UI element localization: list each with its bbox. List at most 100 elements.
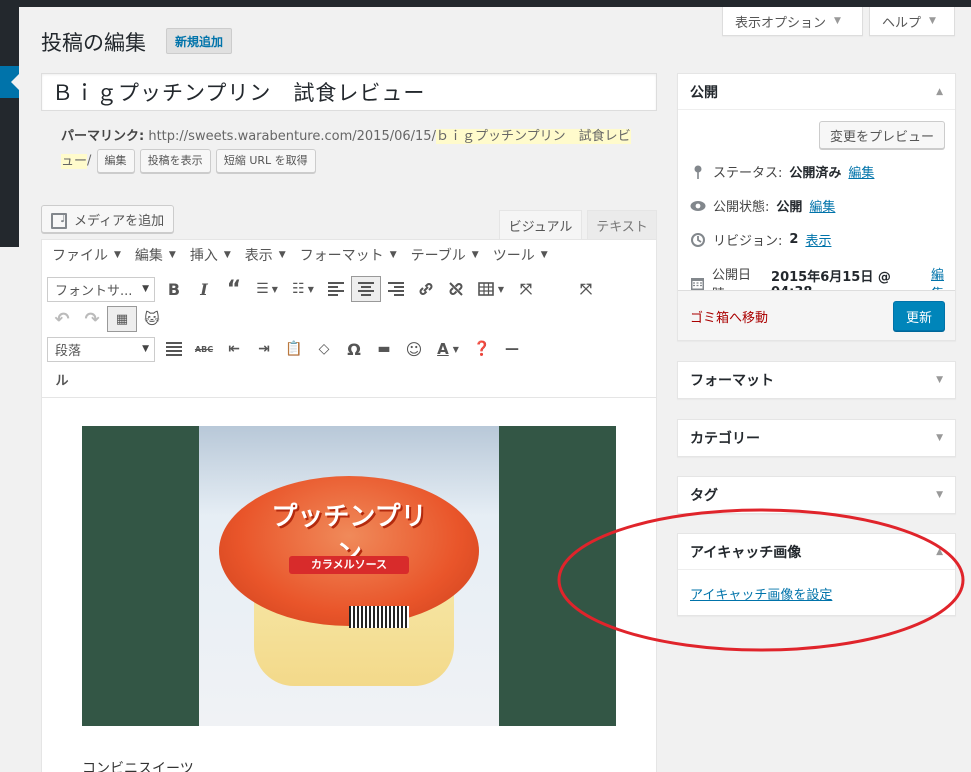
- blockquote-button[interactable]: “: [219, 276, 249, 302]
- publish-box-header[interactable]: 公開 ▲: [678, 74, 955, 110]
- revisions-view-link[interactable]: 表示: [805, 230, 831, 249]
- outdent-button[interactable]: ⇤: [219, 336, 249, 362]
- emoji-button[interactable]: ☺: [399, 336, 429, 362]
- post-title-input[interactable]: Ｂｉｇプッチンプリン 試食レビュー: [41, 73, 657, 111]
- text-color-button[interactable]: A ▼: [429, 336, 467, 362]
- block-format-select[interactable]: 段落 ▼: [47, 336, 155, 362]
- bullet-list-button[interactable]: ☰ ▼: [249, 276, 285, 302]
- unlink-button[interactable]: [441, 276, 471, 302]
- featured-image-box-header[interactable]: アイキャッチ画像 ▲: [678, 534, 955, 570]
- justify-icon: [166, 342, 182, 356]
- menu-tools[interactable]: ツール ▼: [493, 245, 548, 265]
- hr-icon: —: [505, 341, 519, 357]
- page-title: 投稿の編集: [41, 31, 146, 55]
- visibility-edit-link[interactable]: 編集: [809, 196, 835, 215]
- strikethrough-button[interactable]: ABC: [189, 336, 219, 362]
- expand-down-icon[interactable]: ▼: [936, 433, 943, 443]
- bold-button[interactable]: B: [159, 276, 189, 302]
- editor-menubar: ファイル ▼ 編集 ▼ 挿入 ▼ 表示 ▼ フォーマット ▼ テーブル ▼ ツール ▼: [42, 240, 656, 270]
- format-box-title: フォーマット: [690, 373, 774, 389]
- menu-view[interactable]: 表示 ▼: [245, 245, 286, 265]
- add-new-button[interactable]: 新規追加: [166, 28, 233, 54]
- align-right-button[interactable]: [381, 276, 411, 302]
- menu-view-label: 表示: [244, 248, 273, 264]
- help-shortcuts-button[interactable]: ❓: [467, 336, 497, 362]
- horizontal-line-button[interactable]: —: [497, 336, 527, 362]
- format-box-header[interactable]: フォーマット ▼: [678, 362, 955, 398]
- view-post-button[interactable]: 投稿を表示: [139, 149, 211, 173]
- menu-insert[interactable]: 挿入 ▼: [190, 245, 231, 265]
- indent-button[interactable]: ⇥: [249, 336, 279, 362]
- align-left-button[interactable]: [321, 276, 351, 302]
- menu-format[interactable]: フォーマット ▼: [300, 245, 397, 265]
- revisions-row: リビジョン: 2 表示: [690, 230, 831, 249]
- menu-format-label: フォーマット: [299, 248, 384, 264]
- caret-down-icon: ▼: [142, 284, 149, 294]
- distraction-free-button[interactable]: ⤧: [571, 276, 601, 302]
- status-label: ステータス:: [713, 166, 783, 181]
- set-featured-image-link[interactable]: アイキャッチ画像を設定: [690, 584, 832, 603]
- fullscreen-icon: ⤧: [579, 280, 592, 298]
- featured-image-box-title: アイキャッチ画像: [690, 544, 802, 561]
- expand-down-icon[interactable]: ▼: [936, 375, 943, 385]
- status-edit-link[interactable]: 編集: [848, 162, 874, 181]
- category-box-header[interactable]: カテゴリー ▼: [678, 420, 955, 456]
- keyboard-icon: ▦: [115, 311, 129, 327]
- eraser-icon: ◇: [318, 341, 330, 357]
- italic-icon: I: [200, 279, 208, 299]
- move-to-trash-link[interactable]: ゴミ箱へ移動: [690, 307, 768, 326]
- format-box: フォーマット ▼: [677, 361, 956, 399]
- tab-visual[interactable]: ビジュアル: [499, 210, 582, 240]
- calendar-icon: [690, 275, 705, 291]
- add-media-button[interactable]: メディアを追加: [41, 205, 175, 233]
- tag-box-title: タグ: [690, 488, 718, 504]
- table-button[interactable]: ▼: [471, 276, 511, 302]
- numbered-list-button[interactable]: ☷ ▼: [285, 276, 321, 302]
- caret-down-icon: ▼: [929, 16, 936, 26]
- caret-down-icon: ▼: [307, 284, 314, 294]
- tag-box-header[interactable]: タグ ▼: [678, 477, 955, 513]
- collapse-up-icon[interactable]: ▲: [936, 547, 943, 557]
- redo-button[interactable]: ↷: [77, 306, 107, 332]
- menu-edit[interactable]: 編集 ▼: [135, 245, 176, 265]
- menu-file-label: ファイル: [52, 248, 108, 264]
- editor-content-area[interactable]: プッチンプリン カラメルソース コンビニスイーツ: [42, 397, 656, 772]
- update-button[interactable]: 更新: [893, 301, 945, 331]
- read-more-button[interactable]: ▬: [369, 336, 399, 362]
- ruby-button[interactable]: ル: [47, 366, 77, 392]
- insert-link-button[interactable]: [411, 276, 441, 302]
- fullscreen-button[interactable]: ⤧: [511, 276, 541, 302]
- menu-edit-label: 編集: [134, 248, 163, 264]
- italic-button[interactable]: I: [189, 276, 219, 302]
- visibility-row: 公開状態: 公開 編集: [690, 196, 835, 215]
- admin-bar: [0, 0, 971, 7]
- expand-down-icon[interactable]: ▼: [936, 490, 943, 500]
- caret-down-icon: ▼: [471, 250, 479, 260]
- toolbar-toggle-button[interactable]: ▦: [107, 306, 137, 332]
- clear-formatting-button[interactable]: ◇: [309, 336, 339, 362]
- collapse-up-icon[interactable]: ▲: [936, 87, 943, 97]
- omega-icon: Ω: [347, 339, 361, 359]
- post-image[interactable]: プッチンプリン カラメルソース: [82, 426, 616, 726]
- font-size-select-value: フォントサ...: [55, 283, 133, 299]
- preview-changes-button[interactable]: 変更をプレビュー: [818, 121, 945, 149]
- undo-button[interactable]: ↶: [47, 306, 77, 332]
- paste-text-button[interactable]: 📋: [279, 336, 309, 362]
- font-size-select[interactable]: フォントサ... ▼: [47, 276, 155, 302]
- caret-down-icon: ▼: [452, 344, 459, 354]
- menu-file[interactable]: ファイル ▼: [52, 245, 121, 265]
- special-char-button[interactable]: Ω: [339, 336, 369, 362]
- justify-button[interactable]: [159, 336, 189, 362]
- permalink-base: http://sweets.warabenture.com/2015/06/15…: [148, 129, 436, 144]
- bold-icon: B: [167, 279, 181, 299]
- permalink-edit-button[interactable]: 編集: [96, 149, 135, 173]
- history-icon: [690, 232, 706, 248]
- tab-text[interactable]: テキスト: [587, 210, 657, 240]
- plugin-button[interactable]: 🐱: [137, 306, 167, 332]
- admin-menu-current-item[interactable]: [0, 66, 19, 98]
- help-button[interactable]: ヘルプ ▼: [869, 7, 955, 36]
- align-center-button[interactable]: [351, 276, 381, 302]
- menu-table[interactable]: テーブル ▼: [411, 245, 479, 265]
- get-shortlink-button[interactable]: 短縮 URL を取得: [215, 149, 316, 173]
- screen-options-button[interactable]: 表示オプション ▼: [722, 7, 863, 36]
